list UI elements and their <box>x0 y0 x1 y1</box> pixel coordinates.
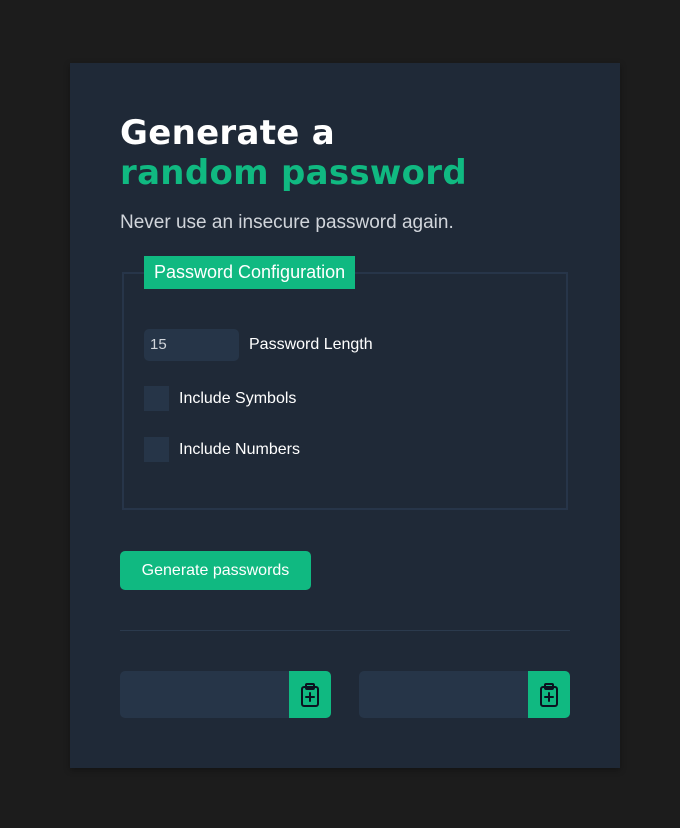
password-length-label: Password Length <box>249 336 373 353</box>
config-legend: Password Configuration <box>144 256 356 289</box>
password-output-2 <box>359 671 570 718</box>
page-title: Generate a random password <box>120 113 467 193</box>
subtitle: Never use an insecure password again. <box>120 212 454 233</box>
divider <box>120 630 570 631</box>
copy-button[interactable] <box>528 671 570 718</box>
password-output-field[interactable] <box>359 671 528 718</box>
clipboard-plus-icon <box>301 682 319 707</box>
password-generator-card: Generate a random password Never use an … <box>70 63 620 768</box>
title-line-2: random password <box>120 153 468 193</box>
include-symbols-checkbox[interactable] <box>144 386 169 411</box>
title-line-1: Generate a <box>120 113 336 153</box>
password-output-1 <box>120 671 331 718</box>
include-numbers-label: Include Numbers <box>179 441 300 458</box>
password-output-field[interactable] <box>120 671 289 718</box>
include-symbols-label: Include Symbols <box>179 390 297 407</box>
clipboard-plus-icon <box>540 682 558 707</box>
include-numbers-checkbox[interactable] <box>144 437 169 462</box>
password-length-input[interactable] <box>144 329 239 361</box>
copy-button[interactable] <box>289 671 331 718</box>
generate-passwords-button[interactable]: Generate passwords <box>120 551 311 590</box>
